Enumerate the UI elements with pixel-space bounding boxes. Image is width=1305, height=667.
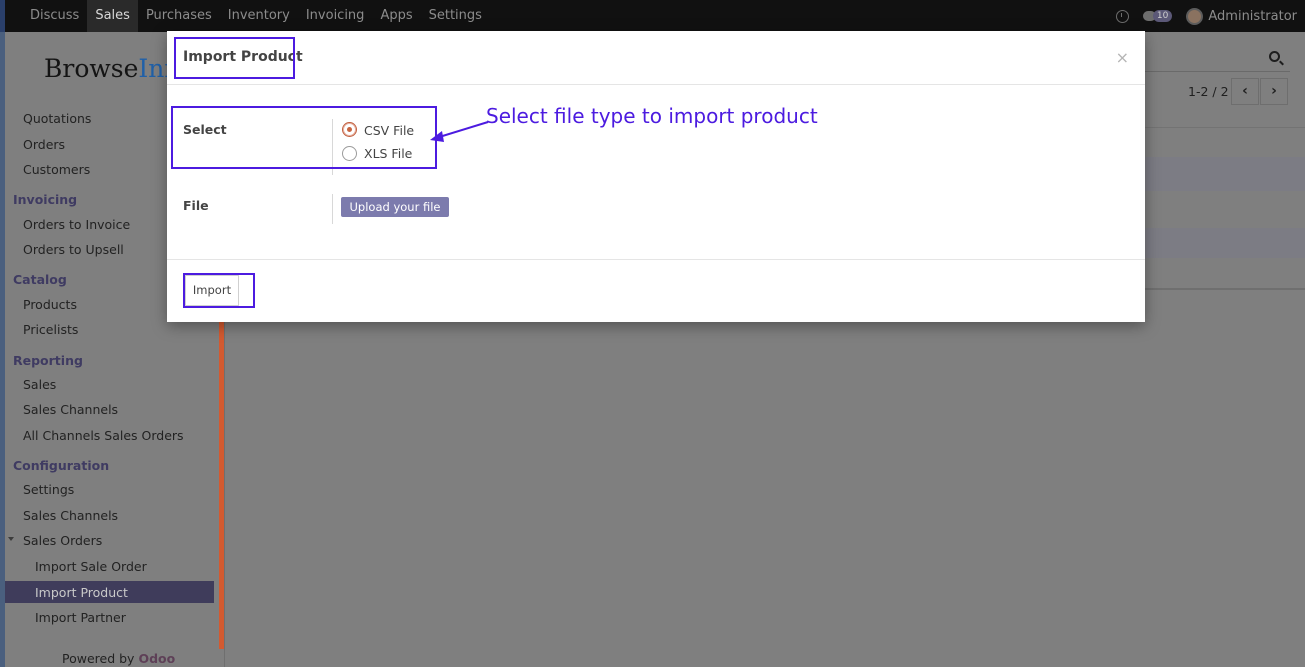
menu-settings[interactable]: Settings xyxy=(421,0,490,32)
field-separator xyxy=(332,194,333,224)
import-highlight-box xyxy=(183,273,255,308)
sidebar-item-orders[interactable]: Orders xyxy=(23,137,65,152)
sidebar-section-catalog: Catalog xyxy=(13,272,67,287)
sidebar-item-import-partner[interactable]: Import Partner xyxy=(35,610,126,625)
title-highlight-box xyxy=(174,37,295,79)
list-header-divider xyxy=(1145,127,1305,128)
sidebar-item-sales-orders[interactable]: Sales Orders xyxy=(23,533,102,548)
odoo-link[interactable]: Odoo xyxy=(138,651,175,666)
file-label: File xyxy=(183,198,209,213)
sidebar-item-all-channels-sales-orders[interactable]: All Channels Sales Orders xyxy=(23,428,184,443)
search-icon[interactable] xyxy=(1269,51,1280,62)
menu-purchases[interactable]: Purchases xyxy=(138,0,220,32)
caret-down-icon[interactable] xyxy=(8,537,14,541)
sidebar-section-invoicing: Invoicing xyxy=(13,192,78,207)
edge-marker xyxy=(0,0,5,32)
pager-value: 1-2 / 2 xyxy=(1188,84,1229,99)
top-navbar: Discuss Sales Purchases Inventory Invoic… xyxy=(0,0,1305,32)
powered-by-text: Powered by xyxy=(62,651,135,666)
menu-invoicing[interactable]: Invoicing xyxy=(298,0,373,32)
sidebar-item-quotations[interactable]: Quotations xyxy=(23,111,91,126)
annotation-arrow-icon xyxy=(430,121,489,142)
user-name: Administrator xyxy=(1208,8,1297,24)
import-product-dialog: Import Product × Select CSV File XLS Fil… xyxy=(167,31,1145,322)
message-count-badge: 10 xyxy=(1152,10,1173,22)
pager-next-button[interactable]: › xyxy=(1260,78,1288,105)
logo-text-dark: Browse xyxy=(44,54,139,83)
activity-clock-icon[interactable] xyxy=(1115,9,1129,23)
pager-previous-button[interactable]: ‹ xyxy=(1231,78,1259,105)
search-input[interactable] xyxy=(1135,44,1290,72)
systray: 10 Administrator xyxy=(1115,0,1297,32)
select-highlight-box xyxy=(171,106,437,169)
sidebar-item-sales-report[interactable]: Sales xyxy=(23,377,56,392)
menu-sales[interactable]: Sales xyxy=(87,0,138,32)
sidebar-item-customers[interactable]: Customers xyxy=(23,162,90,177)
upload-file-button[interactable]: Upload your file xyxy=(341,197,449,217)
close-icon[interactable]: × xyxy=(1116,48,1129,67)
company-logo: BrowseInf xyxy=(44,54,174,83)
list-footer-divider xyxy=(1145,288,1305,290)
annotation-text: Select file type to import product xyxy=(486,104,818,128)
dialog-footer xyxy=(167,259,1145,322)
sidebar-item-import-sale-order[interactable]: Import Sale Order xyxy=(35,559,147,574)
dialog-header: Import Product × xyxy=(167,31,1145,85)
sidebar-section-reporting: Reporting xyxy=(13,353,83,368)
sidebar-item-pricelists[interactable]: Pricelists xyxy=(23,322,78,337)
avatar xyxy=(1186,7,1204,25)
menu-apps[interactable]: Apps xyxy=(372,0,420,32)
sidebar-edge xyxy=(0,32,5,667)
sidebar-item-import-product[interactable]: Import Product xyxy=(35,585,128,600)
messages-button[interactable]: 10 xyxy=(1142,10,1173,22)
sidebar-item-sales-channels-report[interactable]: Sales Channels xyxy=(23,402,118,417)
menu-inventory[interactable]: Inventory xyxy=(220,0,298,32)
user-menu[interactable]: Administrator xyxy=(1186,7,1297,25)
menu-discuss[interactable]: Discuss xyxy=(22,0,87,32)
powered-by: Powered by Odoo xyxy=(62,651,175,666)
sidebar-item-settings[interactable]: Settings xyxy=(23,482,74,497)
sidebar-section-configuration: Configuration xyxy=(13,458,110,473)
content-divider xyxy=(224,300,225,667)
sidebar-item-sales-channels[interactable]: Sales Channels xyxy=(23,508,118,523)
list-row[interactable] xyxy=(1145,157,1305,191)
sidebar-item-orders-to-invoice[interactable]: Orders to Invoice xyxy=(23,217,130,232)
sidebar-item-products[interactable]: Products xyxy=(23,297,77,312)
list-row[interactable] xyxy=(1145,228,1305,258)
sidebar-item-orders-to-upsell[interactable]: Orders to Upsell xyxy=(23,242,124,257)
main-menu: Discuss Sales Purchases Inventory Invoic… xyxy=(22,0,490,32)
